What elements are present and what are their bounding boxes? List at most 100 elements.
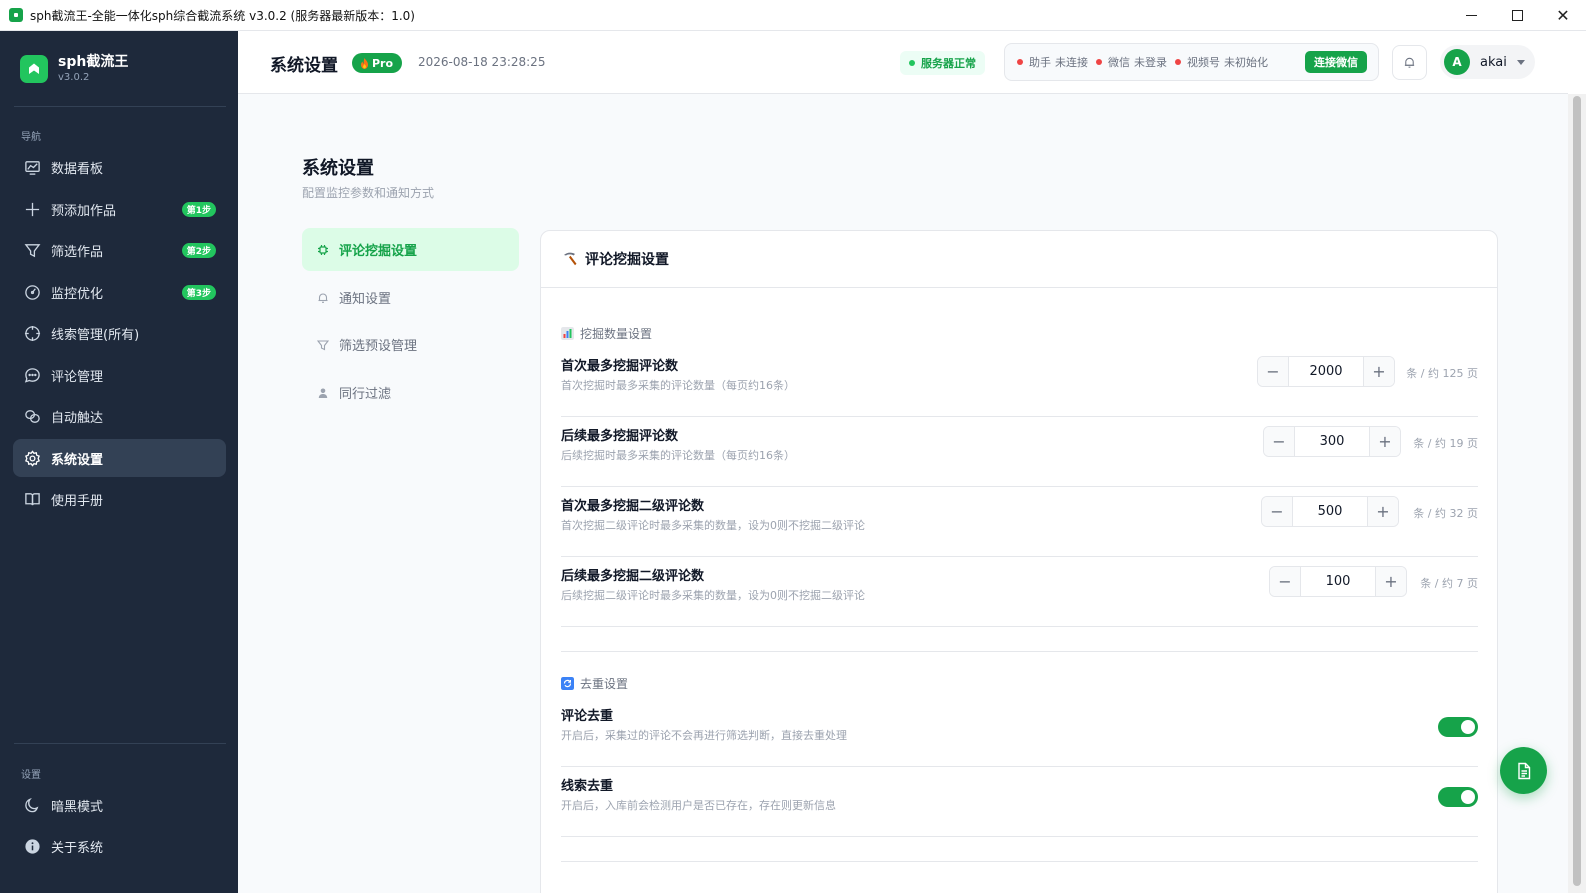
pickaxe-icon [564,252,577,266]
setting-title: 首次最多挖掘评论数 [561,359,679,374]
main-content: 系统设置 配置监控参数和通知方式 评论挖掘设置 通知设置 筛选预设管理 同行过滤… [238,94,1568,893]
status-state: 未连接 [1055,56,1088,69]
setting-title: 首次最多挖掘二级评论数 [561,499,705,514]
unit-label: 条 / 约 125 页 [1406,367,1478,380]
user-menu[interactable]: A akai [1440,45,1535,79]
quantity-value[interactable]: 500 [1292,497,1368,526]
subnav-label: 评论挖掘设置 [339,244,418,259]
server-status-text: 服务器正常 [921,57,976,70]
filter-icon [23,241,41,259]
tab-comment-mining[interactable]: 评论挖掘设置 [302,228,519,271]
sidebar-divider [14,743,226,744]
connect-wechat-button[interactable]: 连接微信 [1305,51,1367,73]
sidebar-item-about[interactable]: 关于系统 [13,827,226,865]
decrement-button[interactable]: − [1258,357,1288,386]
status-name: 微信 [1108,56,1130,69]
subnav-label: 通知设置 [339,292,392,307]
setting-title: 后续最多挖掘二级评论数 [561,569,705,584]
sidebar-item-manual[interactable]: 使用手册 [13,480,226,518]
filter-icon [316,338,330,352]
sidebar-item-label: 预添加作品 [51,203,117,219]
setting-description: 开启后，入库前会检测用户是否已存在，存在则更新信息 [561,799,836,812]
status-name: 助手 [1029,56,1051,69]
status-dot-icon [1017,59,1023,65]
increment-button[interactable]: + [1368,497,1398,526]
setting-title: 评论去重 [561,709,614,724]
decrement-button[interactable]: − [1264,427,1294,456]
setting-description: 开启后，采集过的评论不会再进行筛选判断，直接去重处理 [561,729,847,742]
sidebar-item-dashboard[interactable]: 数据看板 [13,148,226,186]
bell-icon [1404,57,1415,68]
minimize-button[interactable] [1448,0,1494,31]
crosshair-icon [23,324,41,342]
decrement-button[interactable]: − [1262,497,1292,526]
chat-icon [23,366,41,384]
tab-notification[interactable]: 通知设置 [302,276,519,319]
sidebar-item-settings[interactable]: 系统设置 [13,439,226,477]
brand-version: v3.0.2 [58,72,90,83]
quantity-value[interactable]: 100 [1300,567,1376,596]
increment-button[interactable]: + [1376,567,1406,596]
brand-logo-icon [20,55,48,83]
section-label-mining-count: 挖掘数量设置 [561,325,652,342]
tab-filter-presets[interactable]: 筛选预设管理 [302,323,519,366]
log-fab-button[interactable] [1500,747,1547,794]
tab-peer-filter[interactable]: 同行过滤 [302,371,519,414]
quantity-stepper: − 100 + [1269,566,1407,597]
nav-section-label: 导航 [21,132,41,143]
step-badge: 第2步 [181,243,216,258]
lead-dedup-toggle[interactable] [1438,787,1478,807]
quantity-value[interactable]: 2000 [1288,357,1364,386]
status-state: 未登录 [1134,56,1167,69]
main-scrollbar[interactable] [1568,94,1586,893]
unit-label: 条 / 约 19 页 [1413,437,1478,450]
window-title: sph截流王-全能一体化sph综合截流系统 v3.0.2 (服务器最新版本：1.… [30,8,415,23]
section-divider [561,651,1478,652]
link-icon [23,407,41,425]
connection-status-panel: 助手 未连接 微信 未登录 视频号 未初始化 连接微信 [1004,43,1379,81]
user-name: akai [1480,54,1507,70]
status-name: 视频号 [1187,56,1220,69]
sidebar-item-comments[interactable]: 评论管理 [13,356,226,394]
decrement-button[interactable]: − [1270,567,1300,596]
sidebar-item-auto-reach[interactable]: 自动触达 [13,397,226,435]
maximize-button[interactable] [1494,0,1540,31]
chevron-down-icon [1516,59,1525,65]
assistant-status: 助手 未连接 [1017,54,1088,70]
chip-icon [316,243,330,257]
sidebar: sph截流王 v3.0.2 导航 数据看板 预添加作品 第1步 筛选作品 第2步… [0,31,238,893]
setting-description: 后续挖掘时最多采集的评论数量（每页约16条） [561,449,795,462]
document-icon [1517,762,1530,779]
sidebar-item-dark-mode[interactable]: 暗黑模式 [13,786,226,824]
sidebar-item-filter[interactable]: 筛选作品 第2步 [13,231,226,269]
increment-button[interactable]: + [1364,357,1394,386]
setting-row-lead-dedup: 线索去重 开启后，入库前会检测用户是否已存在，存在则更新信息 [561,767,1478,837]
quantity-stepper: − 300 + [1263,426,1401,457]
header-datetime: 2026-08-18 23:28:25 [418,55,546,69]
avatar: A [1444,49,1470,75]
refresh-icon [561,677,574,690]
settings-section-label: 设置 [21,770,41,781]
page-title: 系统设置 [302,158,374,179]
plus-icon [23,200,41,218]
server-status-badge: 服务器正常 [900,51,985,75]
status-dot-icon [909,60,915,66]
subnav-label: 同行过滤 [339,387,392,402]
comment-dedup-toggle[interactable] [1438,717,1478,737]
setting-row-first-comments: 首次最多挖掘评论数 首次挖掘时最多采集的评论数量（每页约16条） − 2000 … [561,347,1478,417]
quantity-value[interactable]: 300 [1294,427,1370,456]
section-label-dedup: 去重设置 [561,675,628,692]
sidebar-item-label: 数据看板 [51,161,104,177]
notifications-button[interactable] [1392,45,1427,80]
close-button[interactable]: ✕ [1540,0,1586,31]
status-dot-icon [1096,59,1102,65]
user-icon [316,386,330,400]
sidebar-item-leads[interactable]: 线索管理(所有) [13,314,226,352]
unit-label: 条 / 约 32 页 [1413,507,1478,520]
sidebar-item-monitor[interactable]: 监控优化 第3步 [13,273,226,311]
sidebar-item-pre-add[interactable]: 预添加作品 第1步 [13,190,226,228]
scrollbar-thumb[interactable] [1573,96,1581,886]
status-state: 未初始化 [1224,56,1268,69]
brand: sph截流王 v3.0.2 [20,53,128,85]
increment-button[interactable]: + [1370,427,1400,456]
